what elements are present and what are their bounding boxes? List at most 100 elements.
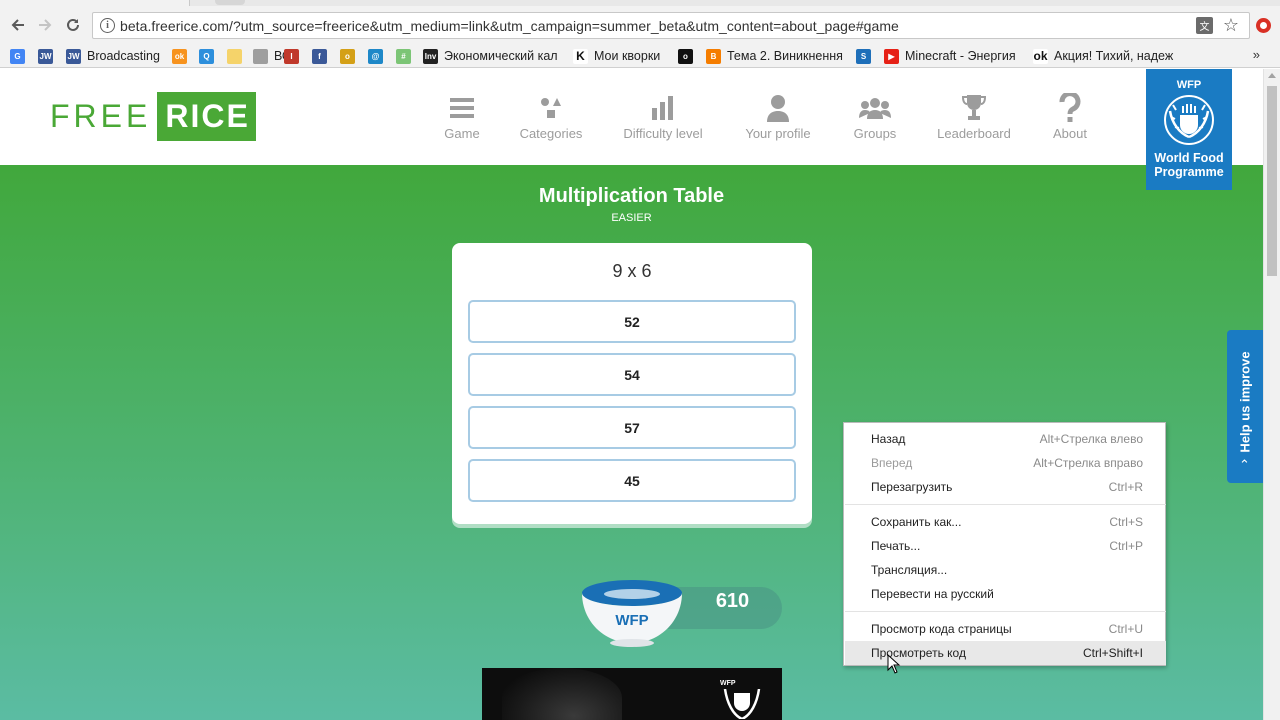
ctx-label: Печать... [871,539,921,553]
bookmarks-overflow-button[interactable]: » [1253,47,1260,62]
freerice-logo[interactable]: FREE RICE [50,92,256,141]
google-icon: G [10,48,25,64]
ctx-shortcut: Alt+Стрелка вправо [1033,456,1143,470]
rice-counter: 610 WFP [580,579,782,649]
bookmark-item[interactable]: ok Акция! Тихий, надеж [1033,48,1173,64]
bookmark-item[interactable] [227,48,248,64]
url-text[interactable]: beta.freerice.com/?utm_source=freerice&u… [120,18,899,34]
ctx-item-back[interactable]: Назад Alt+Стрелка влево [845,427,1166,451]
bookmark-item[interactable]: K Мои кворки [573,48,660,64]
forward-button[interactable] [35,15,55,35]
ctx-label: Перезагрузить [871,480,953,494]
star-icon[interactable]: ☆ [1223,15,1239,36]
bookmark-label: Экономический кал [444,49,558,63]
nav-leaderboard[interactable]: Leaderboard [936,93,1012,141]
wfp-emblem-icon [723,689,761,719]
logo-rice-text: RICE [157,92,256,141]
chevron-up-icon: ⌃ [1239,458,1250,473]
answer-option[interactable]: 54 [468,353,796,396]
bookmark-item[interactable]: JW [38,48,59,64]
scroll-thumb[interactable] [1267,86,1277,276]
ctx-shortcut: Ctrl+U [1108,622,1143,636]
coin-icon: o [340,48,355,64]
bookmark-item[interactable]: f [312,48,333,64]
nav-game[interactable]: Game [444,93,480,141]
box-icon: S [856,48,871,64]
ctx-shortcut: Alt+Стрелка влево [1039,432,1143,446]
blogger-icon: B [706,48,721,64]
ok-icon: ok [1033,48,1048,64]
bookmark-label: Broadcasting [87,49,160,63]
ctx-separator [845,611,1166,612]
bookmark-item[interactable]: Inv Экономический кал [423,48,558,64]
extension-icon[interactable] [1256,18,1271,33]
bookmark-item[interactable]: ▶ Minecraft - Энергия [884,48,1016,64]
shapes-icon [539,93,563,123]
group-icon [859,93,891,123]
translate-icon[interactable]: 文 [1196,17,1213,34]
trophy-icon [962,93,986,123]
nav-about[interactable]: About [1050,93,1090,141]
address-bar[interactable]: i beta.freerice.com/?utm_source=freerice… [92,12,1250,39]
nav-label: Categories [519,126,583,141]
arrow-right-icon [39,19,52,31]
bookmark-item[interactable]: S [856,48,877,64]
new-tab-button[interactable] [215,0,245,5]
nav-your-profile[interactable]: Your profile [743,93,813,141]
bookmark-item[interactable]: Q [199,48,220,64]
ctx-shortcut: Ctrl+P [1109,539,1143,553]
ctx-shortcut: Ctrl+R [1108,480,1143,494]
bookmark-item[interactable]: I [284,48,305,64]
arrow-left-icon [11,19,24,31]
nav-label: Game [444,126,480,141]
nav-groups[interactable]: Groups [852,93,898,141]
bookmark-item[interactable]: G [10,48,31,64]
bar-chart-icon [652,93,674,123]
ctx-label: Трансляция... [871,563,948,577]
logo-free-text: FREE [50,98,152,134]
bookmark-item[interactable]: o [340,48,361,64]
video-wfp-label: WFP [720,680,736,687]
help-tab-label: Help us improve [1237,351,1253,453]
scroll-up-arrow-icon[interactable] [1268,73,1276,78]
ctx-item-translate[interactable]: Перевести на русский [845,582,1166,606]
answer-option[interactable]: 57 [468,406,796,449]
bookmark-item[interactable]: ok [172,48,193,64]
question-card: 9 x 6 52 54 57 45 [452,243,812,524]
nav-label: About [1053,126,1087,141]
nav-categories[interactable]: Categories [519,93,583,141]
ctx-item-print[interactable]: Печать... Ctrl+P [845,534,1166,558]
ctx-label: Назад [871,432,906,446]
info-icon[interactable]: i [100,18,115,33]
vertical-scrollbar[interactable] [1263,69,1280,720]
nav-label: Leaderboard [937,126,1011,141]
bookmark-item[interactable]: # [396,48,417,64]
answer-option[interactable]: 45 [468,459,796,502]
nav-difficulty-level[interactable]: Difficulty level [622,93,704,141]
ctx-label: Вперед [871,456,913,470]
reload-button[interactable] [63,15,83,35]
ctx-label: Просмотр кода страницы [871,622,1012,636]
back-button[interactable] [8,15,28,35]
ctx-item-forward[interactable]: Вперед Alt+Стрелка вправо [845,451,1166,475]
help-us-improve-tab[interactable]: Help us improve ⌃ [1227,330,1263,483]
ctx-item-cast[interactable]: Трансляция... [845,558,1166,582]
video-figure [502,668,622,720]
ctx-item-view-source[interactable]: Просмотр кода страницы Ctrl+U [845,617,1166,641]
answer-option[interactable]: 52 [468,300,796,343]
wfp-badge[interactable]: WFP World Food Programme [1146,69,1232,190]
reload-icon [67,18,79,31]
ctx-shortcut: Ctrl+Shift+I [1082,646,1143,660]
bookmark-item[interactable]: JW Broadcasting [66,48,160,64]
bookmark-item[interactable]: B Тема 2. Виникнення [706,48,843,64]
site-header: FREE RICE Game Categories Difficulty lev… [0,69,1263,190]
search-icon: Q [199,48,214,64]
bookmark-item[interactable]: @ [368,48,389,64]
bookmark-item[interactable]: o [678,48,699,64]
video-preview[interactable]: WFP [482,668,782,720]
thermometer-icon: I [284,48,299,64]
ctx-item-reload[interactable]: Перезагрузить Ctrl+R [845,475,1166,499]
ctx-item-save-as[interactable]: Сохранить как... Ctrl+S [845,510,1166,534]
target-icon: @ [368,48,383,64]
jw-icon: JW [38,48,53,64]
